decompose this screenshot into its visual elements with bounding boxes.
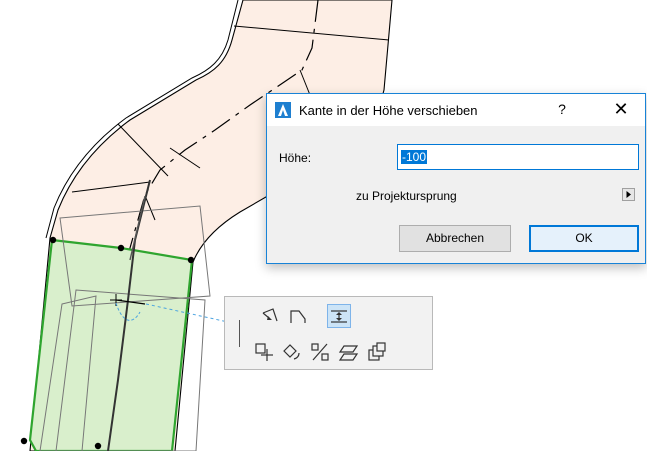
drag-icon[interactable] (253, 341, 275, 363)
origin-expand-button[interactable] (622, 188, 635, 201)
origin-label: zu Projektursprung (356, 189, 457, 203)
height-input[interactable]: -100 (397, 144, 639, 170)
elevate-icon[interactable] (338, 341, 360, 363)
pet-palette (224, 296, 433, 370)
help-button[interactable]: ? (555, 101, 569, 119)
height-value[interactable]: -100 (401, 150, 428, 164)
multiply-icon[interactable] (366, 341, 388, 363)
height-label: Höhe: (279, 151, 312, 165)
elevate-edge-dialog: Kante in der Höhe verschieben ? ✕ Höhe: … (266, 93, 646, 264)
rotate-icon[interactable] (280, 341, 302, 363)
elevate-edge-icon[interactable] (327, 304, 351, 328)
ok-button[interactable]: OK (529, 225, 639, 252)
offset-edge-icon[interactable] (259, 305, 281, 327)
close-button[interactable]: ✕ (607, 98, 635, 122)
palette-divider (239, 320, 240, 347)
dialog-title: Kante in der Höhe verschieben (299, 103, 478, 118)
cancel-button[interactable]: Abbrechen (399, 225, 511, 252)
mirror-icon[interactable] (309, 341, 331, 363)
triangle-right-icon (626, 191, 631, 198)
dialog-titlebar[interactable]: Kante in der Höhe verschieben ? ✕ (267, 94, 645, 126)
selected-slab-part[interactable] (28, 238, 194, 451)
archicad-icon (275, 102, 291, 118)
insert-node-icon[interactable] (287, 305, 309, 327)
